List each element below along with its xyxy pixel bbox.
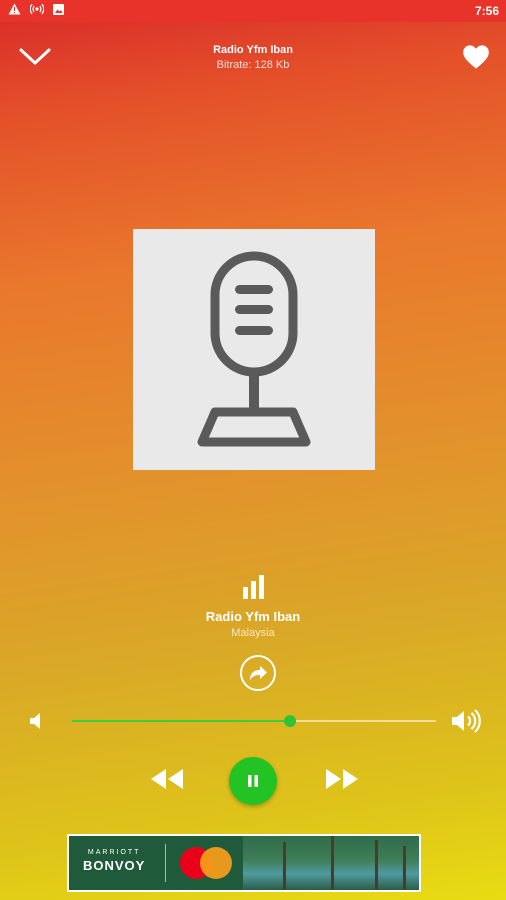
share-icon xyxy=(250,666,267,680)
ad-scenery-image xyxy=(243,836,419,890)
volume-low-icon[interactable] xyxy=(29,711,45,731)
broadcast-icon xyxy=(30,3,44,15)
volume-high-icon[interactable] xyxy=(451,709,481,733)
bitrate-label: Bitrate: 128 Kb xyxy=(216,59,290,71)
warning-icon xyxy=(8,3,21,15)
page-title: Radio Yfm Iban xyxy=(213,44,293,56)
share-button[interactable] xyxy=(240,655,276,691)
top-bar: Radio Yfm Iban Bitrate: 128 Kb xyxy=(0,22,506,92)
ad-divider xyxy=(165,844,166,882)
fast-forward-icon[interactable] xyxy=(325,768,359,790)
volume-slider-thumb[interactable] xyxy=(284,715,297,727)
volume-slider[interactable] xyxy=(72,715,436,727)
ad-brand-small: MARRIOTT xyxy=(87,849,141,856)
station-name: Radio Yfm Iban xyxy=(205,609,301,624)
ad-brand-large: BONVOY xyxy=(83,858,146,873)
volume-slider-fill xyxy=(72,720,291,722)
status-bar: 7:56 xyxy=(0,0,506,22)
rewind-icon[interactable] xyxy=(150,768,184,790)
pause-button[interactable] xyxy=(229,757,277,805)
microphone-icon xyxy=(197,251,311,447)
mastercard-logo xyxy=(180,847,232,879)
ad-banner[interactable]: MARRIOTT BONVOY xyxy=(67,834,421,892)
status-time: 7:56 xyxy=(474,4,499,18)
pause-icon xyxy=(248,775,258,787)
station-country: Malaysia xyxy=(231,627,275,639)
image-icon xyxy=(53,3,64,15)
equalizer-icon xyxy=(243,575,264,599)
ad-brand-logo: MARRIOTT BONVOY xyxy=(83,849,145,873)
heart-icon[interactable] xyxy=(462,44,490,70)
station-artwork xyxy=(133,229,375,470)
player-screen: 7:56 Radio Yfm Iban Bitrate: 128 Kb Radi… xyxy=(0,0,506,900)
